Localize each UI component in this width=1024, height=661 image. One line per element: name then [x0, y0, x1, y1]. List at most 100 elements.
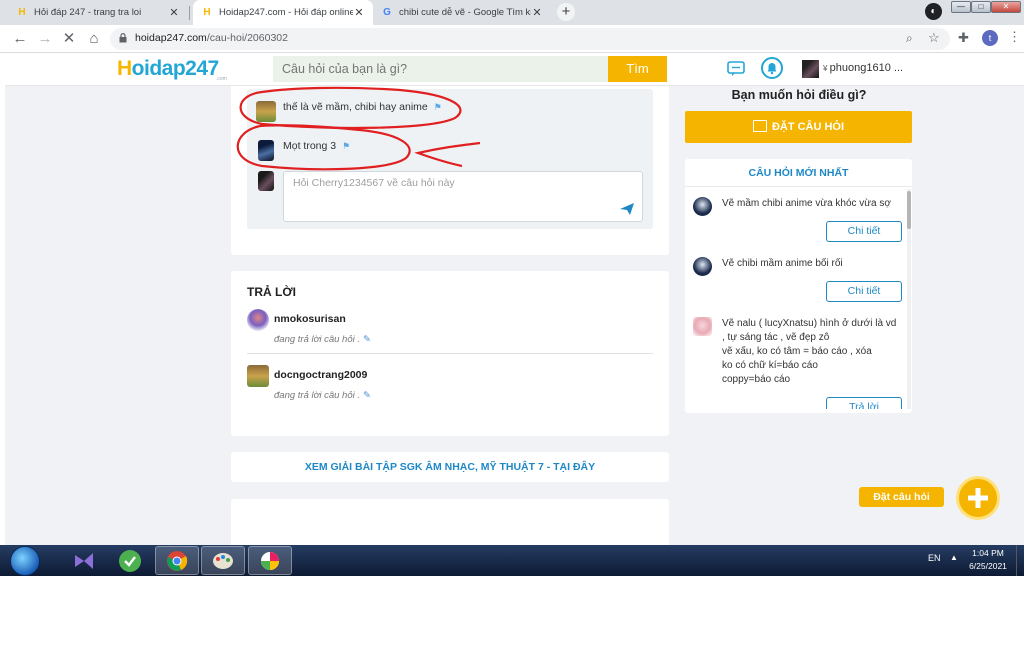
hoidap-favicon-icon: H — [203, 7, 211, 18]
zoom-icon[interactable]: ⌕ — [906, 31, 913, 46]
paint-icon — [213, 552, 233, 569]
green-app-icon — [119, 549, 141, 572]
pencil-icon: ✎ — [363, 334, 371, 345]
detail-button[interactable]: Chi tiết — [826, 221, 902, 242]
detail-button[interactable]: Chi tiết — [826, 281, 902, 302]
forward-arrow-icon[interactable]: → — [35, 29, 55, 49]
new-tab-button[interactable]: + — [557, 3, 575, 21]
back-arrow-icon[interactable]: ← — [10, 29, 30, 49]
ask-heading: Bạn muốn hỏi điều gì? — [731, 88, 867, 102]
close-window-button[interactable]: ✕ — [991, 1, 1021, 13]
content-card — [231, 499, 669, 545]
show-desktop-button[interactable] — [1016, 545, 1024, 576]
newest-questions-card: CÂU HỎI MỚI NHẤT Vẽ mầm chibi anime vừa … — [685, 159, 912, 413]
minimize-button[interactable]: — — [951, 1, 971, 13]
taskbar-visual-studio[interactable] — [62, 546, 106, 575]
address-bar[interactable]: hoidap247.com/cau-hoi/2060302 ⌕ ☆ — [110, 28, 950, 50]
floating-ask-label[interactable]: Đặt câu hỏi — [859, 487, 944, 507]
chrome-profile-icon[interactable]: ◐ — [925, 3, 942, 20]
scrollbar-thumb[interactable] — [907, 191, 911, 229]
list-scrollbar[interactable] — [907, 189, 911, 409]
question-avatar — [693, 257, 712, 276]
answerer-avatar[interactable] — [247, 365, 269, 387]
newest-questions-list: Vẽ mầm chibi anime vừa khóc vừa sợ Chi t… — [685, 189, 912, 409]
ask-button-label: ĐẶT CÂU HỎI — [771, 121, 845, 133]
windows-taskbar: EN ▲ 1:04 PM 6/25/2021 — [0, 545, 1024, 576]
clock-time[interactable]: 1:04 PM — [968, 548, 1008, 558]
question-avatar — [693, 197, 712, 216]
floating-ask-button[interactable] — [956, 476, 1000, 520]
question-text[interactable]: Vẽ mầm chibi anime vừa khóc vừa sợ — [722, 197, 904, 211]
chat-icon[interactable] — [727, 61, 745, 77]
answerer-avatar[interactable] — [247, 309, 269, 331]
tab-close-icon[interactable]: ✕ — [353, 6, 365, 19]
google-favicon-icon: G — [383, 7, 391, 18]
stop-loading-icon[interactable]: ✕ — [59, 29, 79, 49]
comment-item: thế là vẽ mầm, chibi hay anime ⚑ — [283, 101, 442, 113]
user-menu[interactable]: ¥ phuong1610 ... — [823, 62, 903, 74]
comment-text: Mọt trong 3 — [283, 140, 337, 152]
language-indicator[interactable]: EN — [928, 553, 941, 563]
comment-item: Mọt trong 3 ⚑ — [283, 140, 350, 152]
search-input[interactable] — [273, 56, 608, 82]
browser-tab-strip: H Hỏi đáp 247 - trang tra loi ✕ H Hoidap… — [0, 0, 1024, 25]
add-question-icon — [752, 120, 767, 132]
newest-questions-title: CÂU HỎI MỚI NHẤT — [685, 159, 912, 187]
tab-title: Hoidap247.com - Hỏi đáp online — [219, 7, 353, 18]
sgk-solutions-link[interactable]: XEM GIẢI BÀI TẬP SGK ÂM NHẠC, MỸ THUẬT 7… — [231, 452, 669, 482]
tab-close-icon[interactable]: ✕ — [531, 6, 543, 19]
answer-status: đang trả lời câu hỏi . ✎ — [274, 334, 371, 345]
answer-status-text: đang trả lời câu hỏi . — [274, 334, 361, 345]
tab-close-icon[interactable]: ✕ — [168, 6, 180, 19]
tab-separator — [189, 6, 190, 20]
pencil-icon: ✎ — [363, 390, 371, 401]
reply-button[interactable]: Trả lời — [826, 397, 902, 409]
answer-status: đang trả lời câu hỏi . ✎ — [274, 390, 371, 401]
clock-date[interactable]: 6/25/2021 — [964, 561, 1012, 571]
tab-google-search[interactable]: G chibi cute dễ vẽ - Google Tìm kiế ✕ — [373, 0, 551, 25]
question-text[interactable]: Vẽ chibi mầm anime bối rối — [722, 257, 904, 271]
comment-reply-input[interactable]: Hỏi Cherry1234567 về câu hỏi này — [283, 171, 643, 222]
taskbar-chrome[interactable] — [155, 546, 199, 575]
chevron-down-icon: ¥ — [823, 64, 830, 73]
logo-text: oidap247 — [131, 57, 220, 80]
username: phuong1610 ... — [829, 62, 904, 74]
logo-letter: H — [117, 57, 132, 80]
search-button[interactable]: Tìm — [608, 56, 667, 82]
question-avatar — [693, 317, 712, 336]
tab-hoidap-tra-loi[interactable]: H Hỏi đáp 247 - trang tra loi ✕ — [8, 0, 188, 25]
comment-avatar — [256, 101, 276, 122]
url-text: hoidap247.com/cau-hoi/2060302 — [135, 32, 288, 44]
report-flag-icon[interactable]: ⚑ — [342, 141, 350, 152]
taskbar-paint[interactable] — [201, 546, 245, 575]
profile-avatar[interactable]: t — [982, 30, 998, 46]
page-viewport: thế là vẽ mầm, chibi hay anime ⚑ Mọt tron… — [5, 53, 1024, 545]
answerer-name[interactable]: docngoctrang2009 — [274, 369, 367, 381]
extensions-puzzle-icon[interactable]: ✚ — [958, 30, 969, 46]
chrome-menu-icon[interactable]: ⋮ — [1008, 29, 1021, 45]
send-icon[interactable] — [620, 203, 634, 215]
user-avatar[interactable] — [802, 60, 819, 78]
notification-bell-icon[interactable] — [761, 57, 783, 79]
tray-expand-icon[interactable]: ▲ — [950, 553, 958, 562]
home-icon[interactable]: ⌂ — [84, 29, 104, 49]
current-user-avatar — [258, 171, 274, 191]
divider — [247, 353, 653, 354]
question-text[interactable]: Vẽ nalu ( lucyXnatsu) hình ở dưới là vd … — [722, 317, 904, 387]
site-logo[interactable]: Hoidap247 — [117, 57, 219, 81]
sgk-banner: XEM GIẢI BÀI TẬP SGK ÂM NHẠC, MỸ THUẬT 7… — [231, 452, 669, 482]
lock-icon — [119, 33, 127, 43]
start-button[interactable] — [10, 546, 40, 576]
visual-studio-icon — [75, 552, 93, 569]
maximize-button[interactable]: □ — [971, 1, 991, 13]
bookmark-star-icon[interactable]: ☆ — [928, 30, 940, 46]
comment-text: thế là vẽ mầm, chibi hay anime — [283, 101, 428, 113]
url-path: /cau-hoi/2060302 — [206, 32, 288, 44]
taskbar-app[interactable] — [108, 546, 152, 575]
tab-hoidap-online[interactable]: H Hoidap247.com - Hỏi đáp online ✕ — [193, 0, 373, 25]
ask-question-button[interactable]: ĐẶT CÂU HỎI — [685, 111, 912, 143]
taskbar-paint3d[interactable] — [248, 546, 292, 575]
answerer-name[interactable]: nmokosurisan — [274, 313, 346, 325]
browser-toolbar: ← → ✕ ⌂ hoidap247.com/cau-hoi/2060302 ⌕ … — [0, 25, 1024, 53]
report-flag-icon[interactable]: ⚑ — [434, 102, 442, 113]
